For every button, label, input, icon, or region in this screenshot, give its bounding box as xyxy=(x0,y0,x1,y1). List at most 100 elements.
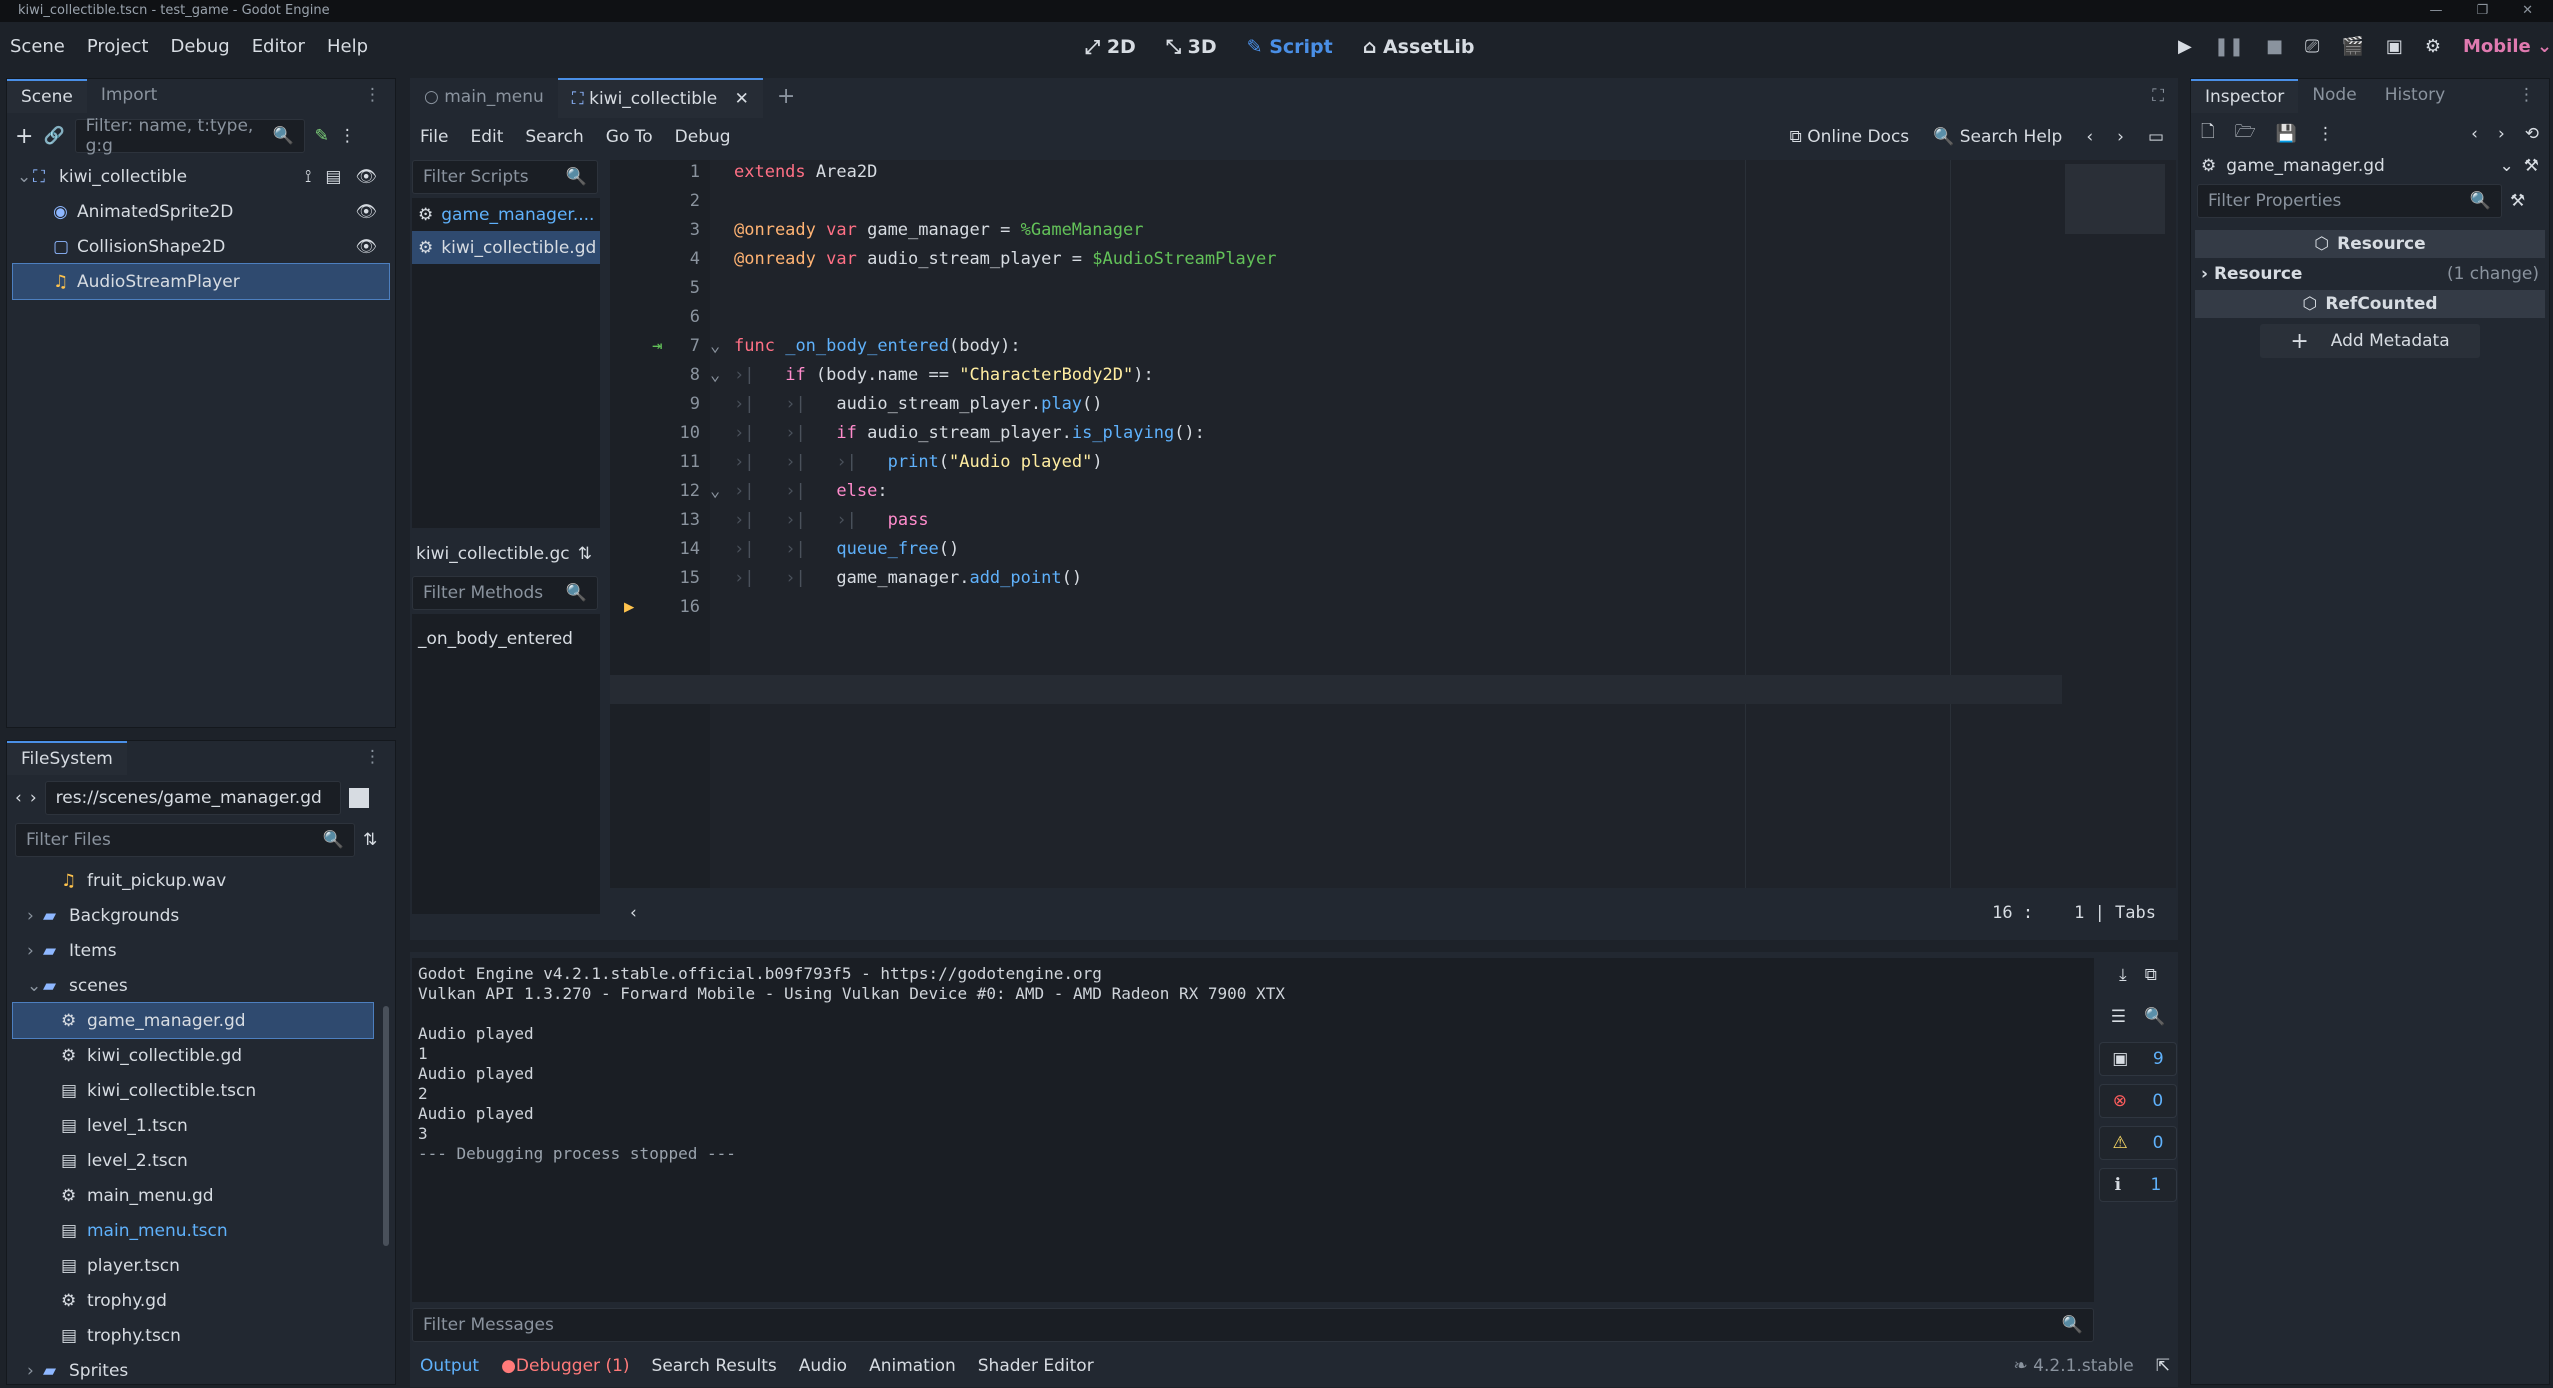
attach-script-icon[interactable]: ✎ xyxy=(315,126,329,146)
chevron-down-icon[interactable]: ⌄ xyxy=(27,976,43,996)
stop-icon[interactable]: ■ xyxy=(2266,36,2283,57)
filter-methods-input[interactable]: Filter Methods 🔍 xyxy=(412,576,598,610)
tab-filesystem[interactable]: FileSystem xyxy=(7,741,127,775)
file-item[interactable]: › ▰ Sprites xyxy=(13,1353,373,1388)
code-line[interactable]: 14 ›| ›| queue_free() xyxy=(610,535,2062,564)
copy-icon[interactable]: ⧉ xyxy=(2145,965,2157,985)
filter-messages-input[interactable]: Filter Messages 🔍 xyxy=(412,1308,2094,1342)
file-item[interactable]: ▤ player.tscn xyxy=(13,1248,373,1283)
fold-icon[interactable]: ⌄ xyxy=(710,477,720,506)
visibility-icon[interactable]: 👁 xyxy=(355,167,377,187)
script-item-kiwi-collectible[interactable]: ⚙ kiwi_collectible.gd xyxy=(412,231,600,264)
tab-search-results[interactable]: Search Results xyxy=(652,1356,777,1376)
file-item[interactable]: ⌄ ▰ scenes xyxy=(13,968,373,1003)
scene-node-root[interactable]: ⌄ ⛶ kiwi_collectible ⟟ ▤ 👁 xyxy=(13,159,389,194)
add-node-icon[interactable]: + xyxy=(15,124,33,149)
search-help-link[interactable]: 🔍 Search Help xyxy=(1933,127,2062,147)
menu-scene[interactable]: Scene xyxy=(10,36,65,57)
file-item[interactable]: ▤ level_2.tscn xyxy=(13,1143,373,1178)
code-line[interactable]: ⇥ 7 ⌄ func _on_body_entered(body): xyxy=(610,332,2062,361)
file-item[interactable]: ▤ kiwi_collectible.tscn xyxy=(13,1073,373,1108)
script-menu-search[interactable]: Search xyxy=(525,127,583,147)
next-script-icon[interactable]: › xyxy=(2117,127,2124,147)
workspace-script-button[interactable]: ✎ Script xyxy=(1247,36,1333,58)
tab-kiwi-collectible[interactable]: ⛶ kiwi_collectible ✕ xyxy=(557,78,763,118)
scene-menu-icon[interactable]: ⋮ xyxy=(339,126,356,146)
code-line[interactable]: 6 xyxy=(610,303,2062,332)
workspace-3d-button[interactable]: ⤡ 3D xyxy=(1166,36,1217,58)
script-item-game-manager[interactable]: ⚙ game_manager.... xyxy=(412,198,600,231)
open-resource-icon[interactable]: 🗁 xyxy=(2235,119,2256,148)
tab-shader-editor[interactable]: Shader Editor xyxy=(978,1356,1094,1376)
menu-project[interactable]: Project xyxy=(87,36,149,57)
code-line[interactable]: 3 @onready var game_manager = %GameManage… xyxy=(610,216,2062,245)
movie-maker-icon[interactable]: ⚙ xyxy=(2425,36,2441,57)
inspected-object-name[interactable]: game_manager.gd xyxy=(2226,156,2489,176)
code-line[interactable]: 10 ›| ›| if audio_stream_player.is_playin… xyxy=(610,419,2062,448)
play-scene-icon[interactable]: 🎬 xyxy=(2341,36,2363,57)
menu-editor[interactable]: Editor xyxy=(252,36,305,57)
file-item[interactable]: ▤ trophy.tscn xyxy=(13,1318,373,1353)
tab-inspector[interactable]: Inspector xyxy=(2191,79,2299,113)
filter-files-input[interactable]: Filter Files 🔍 xyxy=(15,823,355,857)
play-custom-scene-icon[interactable]: ▣ xyxy=(2386,36,2403,57)
add-metadata-button[interactable]: + Add Metadata xyxy=(2260,324,2480,358)
close-tab-icon[interactable]: ✕ xyxy=(735,89,749,109)
code-line[interactable]: 8 ⌄ ›| if (body.name == "CharacterBody2D")… xyxy=(610,361,2062,390)
filter-properties-input[interactable]: Filter Properties 🔍 xyxy=(2197,184,2502,218)
chevron-right-icon[interactable]: › xyxy=(27,941,43,961)
fold-icon[interactable]: ⌄ xyxy=(710,332,720,361)
menu-debug[interactable]: Debug xyxy=(170,36,229,57)
pause-icon[interactable]: ❚❚ xyxy=(2214,36,2244,57)
resource-category[interactable]: › Resource (1 change) xyxy=(2195,260,2545,288)
code-line[interactable]: ▶ 16 xyxy=(610,593,2062,622)
tab-output[interactable]: Output xyxy=(420,1356,479,1376)
visibility-icon[interactable]: 👁 xyxy=(355,237,377,257)
dock-menu-icon[interactable]: ⋮ xyxy=(350,741,395,775)
info-count-badge[interactable]: ℹ1 xyxy=(2099,1168,2177,1202)
file-item[interactable]: ⚙ main_menu.gd xyxy=(13,1178,373,1213)
tab-audio[interactable]: Audio xyxy=(799,1356,847,1376)
previous-script-icon[interactable]: ‹ xyxy=(2086,127,2093,147)
play-icon[interactable]: ▶ xyxy=(2178,36,2192,57)
script-menu-file[interactable]: File xyxy=(420,127,448,147)
distraction-free-icon[interactable]: ⛶ xyxy=(2138,78,2178,118)
online-docs-link[interactable]: ⧉ Online Docs xyxy=(1790,127,1909,147)
code-line[interactable]: 5 xyxy=(610,274,2062,303)
method-item[interactable]: _on_body_entered xyxy=(412,622,600,655)
split-view-icon[interactable] xyxy=(348,788,369,808)
path-input[interactable]: res://scenes/game_manager.gd xyxy=(44,781,341,815)
forward-icon[interactable]: › xyxy=(2498,124,2505,144)
filter-scripts-input[interactable]: Filter Scripts 🔍 xyxy=(412,160,598,194)
code-line[interactable]: 1 extends Area2D xyxy=(610,158,2062,187)
tab-node[interactable]: Node xyxy=(2298,79,2370,113)
script-menu-edit[interactable]: Edit xyxy=(470,127,503,147)
tab-import[interactable]: Import xyxy=(87,79,171,113)
scene-node-audiostreamplayer[interactable]: ♫ AudioStreamPlayer xyxy=(12,263,390,300)
tab-animation[interactable]: Animation xyxy=(869,1356,956,1376)
sort-icon[interactable]: ⇅ xyxy=(363,830,377,850)
file-item[interactable]: ▤ level_1.tscn xyxy=(13,1108,373,1143)
scene-node-collisionshape2d[interactable]: ▢ CollisionShape2D 👁 xyxy=(13,229,389,264)
code-line[interactable]: 11 ›| ›| ›| print("Audio played") xyxy=(610,448,2062,477)
renderer-select[interactable]: Mobile ⌄ xyxy=(2463,36,2552,57)
back-icon[interactable]: ‹ xyxy=(2471,124,2478,144)
workspace-assetlib-button[interactable]: ⌂ AssetLib xyxy=(1363,36,1475,58)
message-count-badge[interactable]: ▣ 9 xyxy=(2099,1042,2177,1076)
script-menu-debug[interactable]: Debug xyxy=(675,127,731,147)
remote-debug-icon[interactable]: ⎚ xyxy=(2305,36,2319,57)
back-icon[interactable]: ‹ xyxy=(15,788,22,808)
code-line[interactable]: 15 ›| ›| game_manager.add_point() xyxy=(610,564,2062,593)
code-line[interactable]: 2 xyxy=(610,187,2062,216)
minimize-icon[interactable]: — xyxy=(2429,0,2442,22)
scrollbar[interactable] xyxy=(383,1006,389,1246)
file-item[interactable]: ⚙ game_manager.gd xyxy=(12,1002,374,1039)
code-line[interactable]: 4 @onready var audio_stream_player = $Aud… xyxy=(610,245,2062,274)
expand-bottom-panel-icon[interactable]: ⇱ xyxy=(2156,1356,2170,1376)
scene-filter-input[interactable]: Filter: name, t:type, g:g 🔍 xyxy=(74,116,305,156)
sort-icon[interactable]: ⇅ xyxy=(578,544,592,564)
object-properties-icon[interactable]: ⚒ xyxy=(2524,156,2539,176)
fold-icon[interactable]: ⌄ xyxy=(710,361,720,390)
warning-count-badge[interactable]: ⚠ 0 xyxy=(2099,1126,2177,1160)
code-line[interactable]: 9 ›| ›| audio_stream_player.play() xyxy=(610,390,2062,419)
